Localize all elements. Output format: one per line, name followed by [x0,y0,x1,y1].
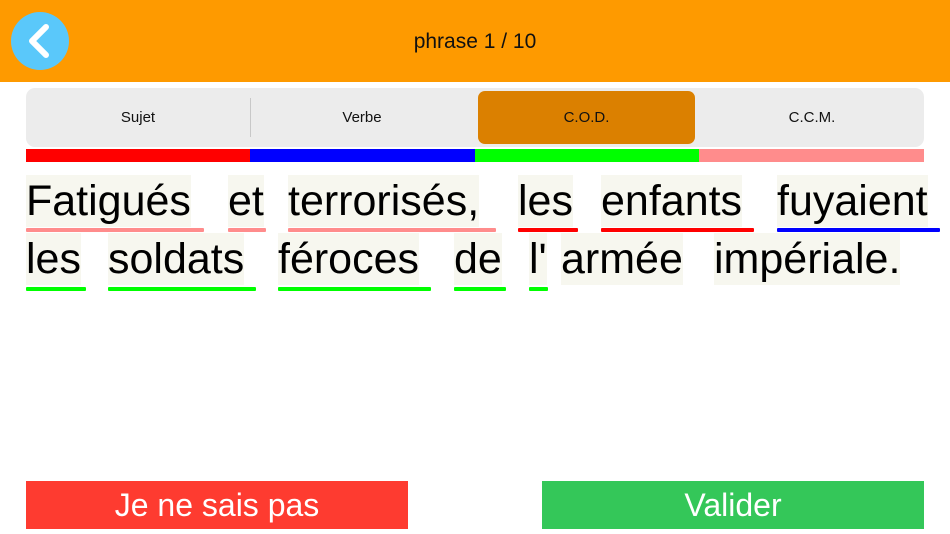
word-underline [529,287,548,291]
segment-label: C.C.M. [788,109,836,126]
color-bar-sujet [26,149,250,162]
segment-label: Sujet [120,109,156,126]
word-underline [288,228,496,232]
color-bar-ccm [699,149,924,162]
segment-label: Verbe [342,109,382,126]
word-underline [278,287,431,291]
color-bar-verbe [250,149,475,162]
word-underline [228,228,266,232]
top-bar: phrase 1 / 10 [0,0,950,82]
word[interactable]: Fatigués [26,175,191,227]
validate-button[interactable]: Valider [542,481,924,529]
segment-verbe[interactable]: Verbe [250,88,474,147]
dont-know-label: Je ne sais pas [114,486,320,523]
word[interactable]: l' [529,233,547,285]
word-underline [777,228,940,232]
word-underline [26,287,86,291]
word[interactable]: fuyaient [777,175,928,227]
word-underline [108,287,256,291]
word[interactable]: les [518,175,573,227]
category-selector: Sujet Verbe C.O.D. C.C.M. [26,88,924,147]
segment-label: C.O.D. [563,109,610,126]
validate-label: Valider [684,486,782,523]
segment-sujet[interactable]: Sujet [26,88,250,147]
word[interactable]: soldats [108,233,245,285]
word[interactable]: terrorisés, [288,175,480,227]
word[interactable]: féroces [278,233,420,285]
dont-know-button[interactable]: Je ne sais pas [26,481,408,529]
word[interactable]: de [454,233,502,285]
segment-cod[interactable]: C.O.D. [478,91,695,144]
word[interactable]: les [26,233,81,285]
color-bar-cod [475,149,699,162]
word[interactable]: armée [561,233,683,285]
chevron-left-icon [29,24,49,58]
back-button[interactable] [11,12,69,70]
word[interactable]: et [228,175,264,227]
word-underline [518,228,578,232]
segment-ccm[interactable]: C.C.M. [700,88,924,147]
word-underline [26,228,204,232]
word-underline [454,287,506,291]
word[interactable]: impériale. [714,233,901,285]
page-title: phrase 1 / 10 [413,30,537,53]
word[interactable]: enfants [601,175,743,227]
word-underline [601,228,754,232]
